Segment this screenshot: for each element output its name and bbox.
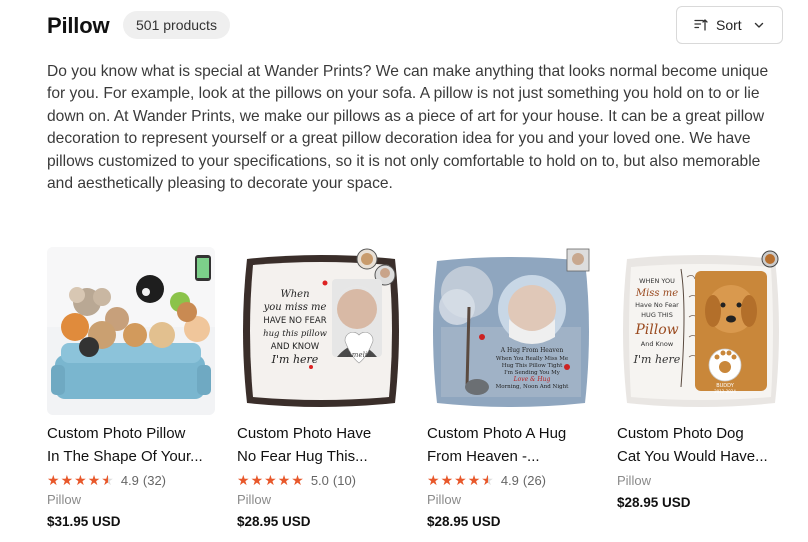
product-category: Pillow — [617, 473, 651, 488]
svg-text:I'm here: I'm here — [633, 353, 681, 366]
svg-text:Miss me: Miss me — [635, 288, 678, 299]
svg-text:A Hug From Heaven: A Hug From Heaven — [500, 347, 564, 354]
svg-text:hug this pillow: hug this pillow — [263, 329, 327, 339]
svg-text:When You Really Miss Me: When You Really Miss Me — [496, 356, 568, 362]
product-name[interactable]: Custom Photo A Hug From Heaven -... — [427, 422, 599, 468]
star-half-icon: ★ — [481, 472, 494, 488]
svg-text:Love & Hug: Love & Hug — [513, 376, 551, 383]
rating-stars: ★ ★ ★ ★ ★ — [47, 473, 115, 487]
star-icon: ★ — [427, 472, 440, 488]
product-category: Pillow — [237, 492, 271, 507]
star-icon: ★ — [74, 472, 87, 488]
product-name[interactable]: Custom Photo Have No Fear Hug This... — [237, 422, 409, 468]
product-category: Pillow — [47, 492, 81, 507]
svg-text:AND KNOW: AND KNOW — [271, 342, 320, 352]
star-icon: ★ — [277, 472, 291, 488]
star-icon: ★ — [454, 472, 467, 488]
svg-text:2012-2024: 2012-2024 — [714, 389, 736, 394]
product-price: $28.95 USD — [237, 514, 311, 529]
product-name[interactable]: Custom Photo Pillow In The Shape Of Your… — [47, 422, 219, 468]
rating-stars: ★ ★ ★ ★ ★ — [427, 473, 495, 487]
svg-text:Have No Fear: Have No Fear — [635, 301, 679, 309]
star-half-icon: ★ — [101, 472, 114, 488]
svg-text:you miss me: you miss me — [263, 302, 327, 313]
product-count-badge: 501 products — [123, 11, 230, 39]
svg-text:Hug This Pillow Tight: Hug This Pillow Tight — [502, 363, 563, 369]
star-icon: ★ — [467, 472, 481, 488]
svg-text:Pillow: Pillow — [634, 322, 678, 338]
page-title: Pillow — [47, 13, 110, 38]
product-rating: ★ ★ ★ ★ ★ 5.0 (10) — [237, 472, 357, 488]
product-image[interactable]: When you miss me HAVE NO FEAR hug this p… — [237, 247, 405, 415]
product-category: Pillow — [427, 492, 461, 507]
product-price: $28.95 USD — [617, 495, 691, 510]
chevron-down-icon — [754, 22, 763, 28]
sort-label: Sort — [716, 17, 742, 33]
star-icon: ★ — [87, 472, 101, 488]
svg-text:WHEN YOU: WHEN YOU — [639, 277, 675, 285]
product-price: $28.95 USD — [427, 514, 501, 529]
svg-text:When: When — [280, 289, 309, 300]
star-icon: ★ — [291, 472, 304, 488]
rating-stars: ★ ★ ★ ★ ★ — [237, 473, 305, 487]
product-image[interactable]: A Hug From Heaven When You Really Miss M… — [427, 247, 595, 415]
page-header: Pillow 501 products Sort — [0, 0, 808, 50]
svg-text:I'm here: I'm here — [271, 353, 319, 366]
svg-text:And Know: And Know — [641, 340, 674, 348]
star-icon: ★ — [237, 472, 250, 488]
product-price: $31.95 USD — [47, 514, 121, 529]
collection-description: Do you know what is special at Wander Pr… — [47, 63, 769, 193]
sort-button[interactable]: Sort — [676, 6, 783, 44]
svg-text:Morning, Noon And Night: Morning, Noon And Night — [496, 384, 570, 390]
product-name[interactable]: Custom Photo Dog Cat You Would Have... — [617, 422, 789, 468]
product-image[interactable]: WHEN YOU Miss me Have No Fear HUG THIS P… — [617, 247, 785, 415]
product-rating: ★ ★ ★ ★ ★ 4.9 (32) — [47, 472, 167, 488]
sort-icon — [694, 19, 708, 31]
svg-text:HUG THIS: HUG THIS — [641, 311, 673, 319]
star-icon: ★ — [440, 472, 454, 488]
product-rating: ★ ★ ★ ★ ★ 4.9 (26) — [427, 472, 547, 488]
product-image[interactable] — [47, 247, 215, 415]
svg-text:HAVE NO FEAR: HAVE NO FEAR — [263, 316, 326, 326]
star-icon: ★ — [264, 472, 277, 488]
product-grid: Custom Photo Pillow In The Shape Of Your… — [47, 247, 787, 542]
svg-text:Amelia: Amelia — [346, 351, 372, 359]
star-icon: ★ — [60, 472, 74, 488]
star-icon: ★ — [47, 472, 60, 488]
star-icon: ★ — [250, 472, 264, 488]
